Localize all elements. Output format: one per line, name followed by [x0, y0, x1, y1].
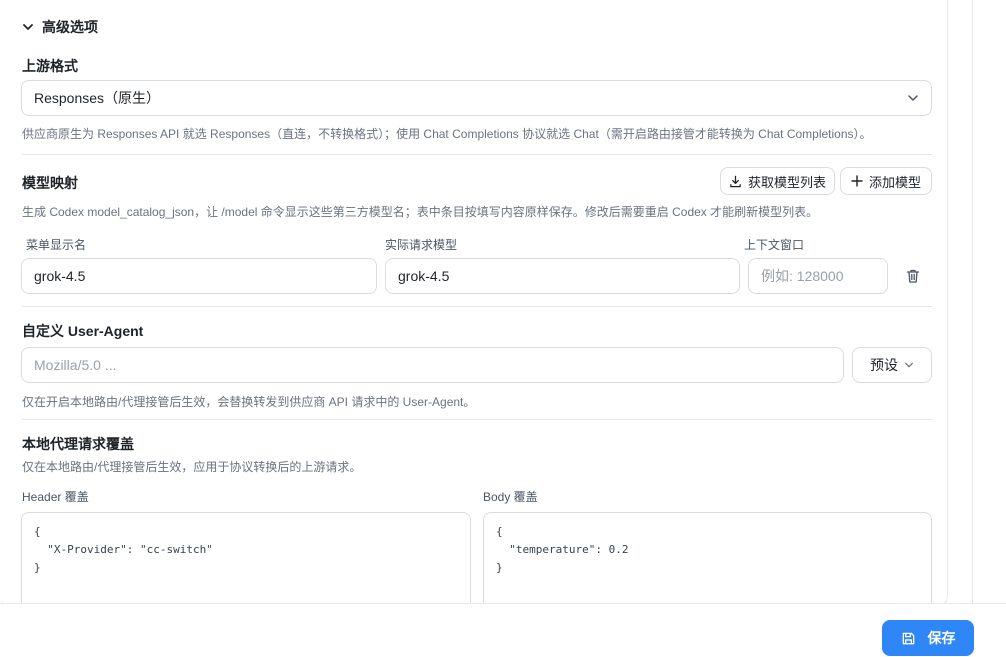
- chevron-down-icon: [905, 362, 913, 368]
- body-override-label: Body 覆盖: [483, 490, 538, 504]
- chevron-down-icon: [908, 95, 918, 101]
- plus-icon: [851, 175, 863, 187]
- display-name-value: grok-4.5: [34, 268, 86, 284]
- divider: [22, 306, 932, 307]
- add-model-label: 添加模型: [868, 174, 921, 190]
- fetch-models-button[interactable]: 获取模型列表: [720, 167, 835, 195]
- download-icon: [730, 175, 741, 187]
- request-model-input[interactable]: grok-4.5: [385, 258, 740, 294]
- divider: [22, 154, 932, 155]
- context-window-placeholder: 例如: 128000: [761, 268, 844, 284]
- trash-icon: [906, 269, 920, 283]
- upstream-format-label: 上游格式: [22, 58, 78, 74]
- divider: [22, 419, 932, 420]
- model-mapping-label: 模型映射: [22, 175, 78, 191]
- context-window-input[interactable]: 例如: 128000: [748, 258, 888, 294]
- advanced-options-toggle[interactable]: 高级选项: [22, 17, 98, 37]
- request-model-value: grok-4.5: [398, 268, 450, 284]
- header-override-label: Header 覆盖: [22, 490, 89, 504]
- user-agent-hint: 仅在开启本地路由/代理接管后生效，会替换转发到供应商 API 请求中的 User…: [22, 395, 476, 409]
- delete-row-button[interactable]: [903, 266, 923, 286]
- advanced-options-title: 高级选项: [42, 19, 98, 35]
- column-header-context-window: 上下文窗口: [744, 238, 805, 252]
- user-agent-placeholder: Mozilla/5.0 ...: [34, 357, 117, 373]
- footer-bar: [0, 603, 1006, 657]
- fetch-models-label: 获取模型列表: [747, 174, 826, 190]
- user-agent-input[interactable]: Mozilla/5.0 ...: [21, 347, 844, 383]
- add-model-button[interactable]: 添加模型: [840, 167, 932, 195]
- scrollbar-track[interactable]: [972, 0, 973, 603]
- chevron-down-icon: [23, 24, 33, 30]
- upstream-format-hint: 供应商原生为 Responses API 就选 Responses（直连，不转换…: [22, 127, 872, 141]
- upstream-format-select[interactable]: Responses（原生）: [21, 80, 932, 116]
- preset-button[interactable]: 预设: [852, 347, 932, 383]
- override-hint: 仅在本地路由/代理接管后生效，应用于协议转换后的上游请求。: [22, 460, 362, 474]
- preset-label: 预设: [870, 357, 898, 373]
- model-mapping-hint: 生成 Codex model_catalog_json，让 /model 命令显…: [22, 205, 819, 219]
- save-label: 保存: [927, 630, 956, 646]
- override-label: 本地代理请求覆盖: [22, 436, 134, 452]
- save-button[interactable]: 保存: [882, 620, 974, 656]
- upstream-format-value: Responses（原生）: [34, 90, 161, 106]
- column-header-request-model: 实际请求模型: [385, 238, 458, 252]
- display-name-input[interactable]: grok-4.5: [21, 258, 377, 294]
- user-agent-label: 自定义 User-Agent: [22, 323, 144, 339]
- column-header-display-name: 菜单显示名: [26, 238, 87, 252]
- save-icon: [902, 632, 914, 644]
